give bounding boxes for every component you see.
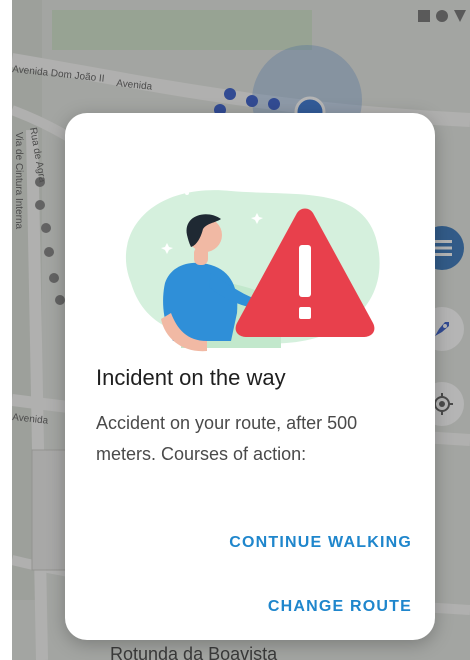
continue-walking-button[interactable]: CONTINUE WALKING <box>229 530 412 556</box>
screen: Avenida Dom João II Avenida Rua de Agra … <box>12 0 470 660</box>
dialog-title: Incident on the way <box>96 365 286 390</box>
incident-dialog: Incident on the way Accident on your rou… <box>65 113 435 640</box>
dialog-message: Accident on your route, after 500 meters… <box>96 413 358 464</box>
change-route-button[interactable]: CHANGE ROUTE <box>268 594 412 620</box>
incident-illustration <box>125 190 380 352</box>
